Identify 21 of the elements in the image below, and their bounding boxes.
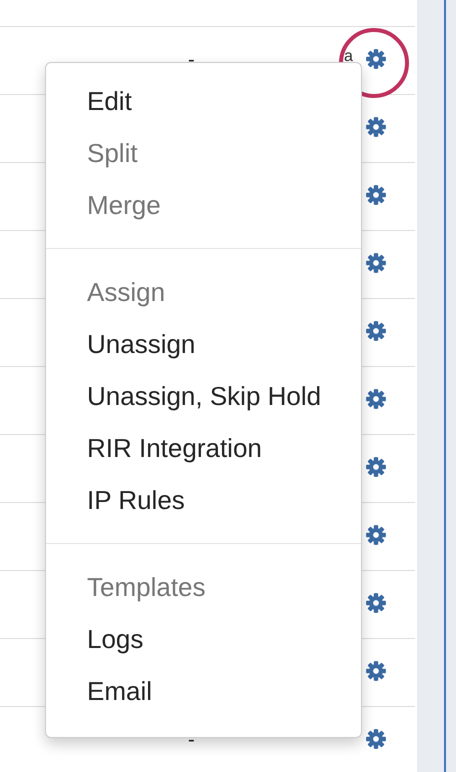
table-cell: - (188, 49, 195, 72)
settings-icon[interactable] (365, 184, 387, 206)
settings-icon[interactable] (365, 660, 387, 682)
settings-icon[interactable] (365, 48, 387, 70)
settings-icon[interactable] (365, 728, 387, 750)
settings-icon[interactable] (365, 388, 387, 410)
menu-item[interactable]: IP Rules (46, 474, 361, 526)
menu-item[interactable]: Email (46, 665, 361, 717)
menu-item[interactable]: Edit (46, 75, 361, 127)
settings-icon[interactable] (365, 116, 387, 138)
menu-item[interactable]: Unassign (46, 318, 361, 370)
settings-icon[interactable] (365, 320, 387, 342)
row-marker: a (344, 48, 353, 66)
settings-icon[interactable] (365, 456, 387, 478)
menu-item[interactable]: Logs (46, 613, 361, 665)
menu-item[interactable]: Unassign, Skip Hold (46, 370, 361, 422)
settings-icon[interactable] (365, 252, 387, 274)
table-cell: - (188, 729, 195, 752)
settings-icon[interactable] (365, 592, 387, 614)
settings-icon[interactable] (365, 524, 387, 546)
menu-item[interactable]: RIR Integration (46, 422, 361, 474)
